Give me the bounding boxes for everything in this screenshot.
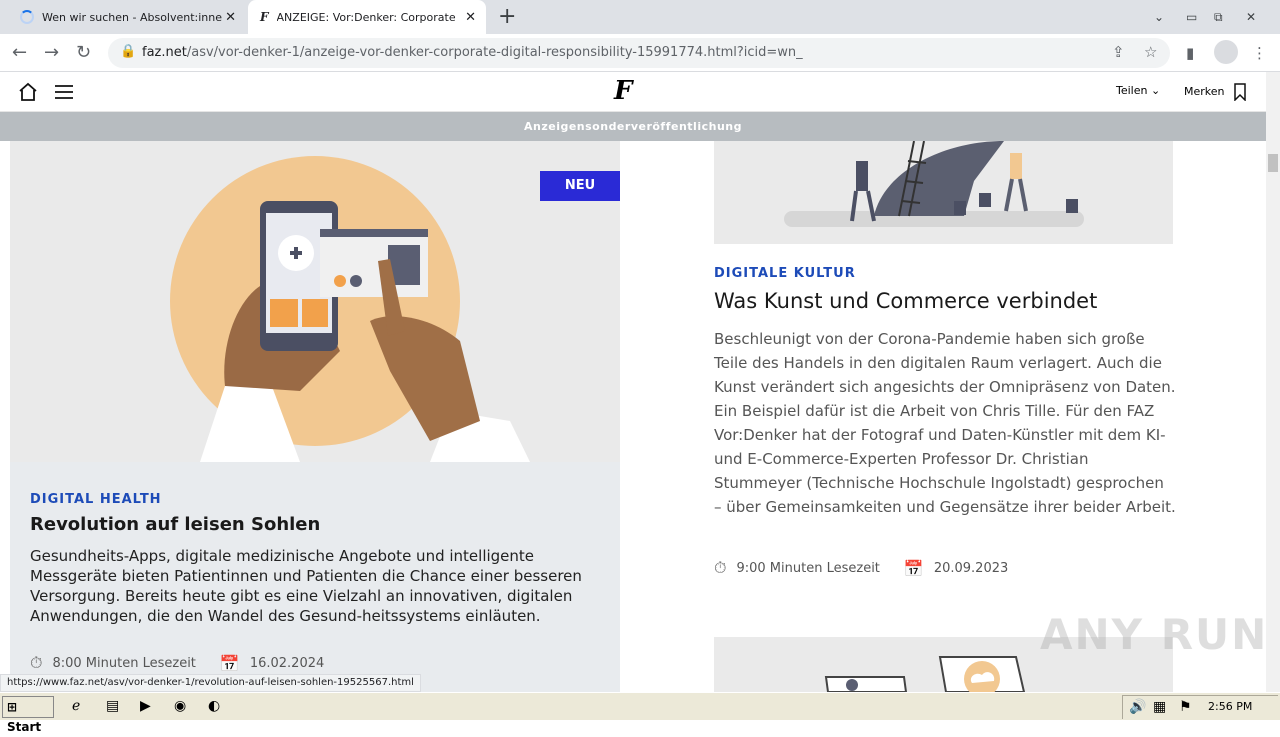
bookmark-icon bbox=[1234, 83, 1246, 102]
lock-icon[interactable]: 🔒 bbox=[120, 44, 136, 59]
side-panel-icon[interactable]: ▮ bbox=[1186, 44, 1194, 62]
publish-date: 20.09.2023 bbox=[933, 560, 1009, 576]
tab-search-icon[interactable]: ⌄ bbox=[1154, 0, 1164, 34]
health-app-illustration bbox=[170, 156, 530, 462]
article-category[interactable]: DIGITALE KULTUR bbox=[714, 266, 856, 281]
loading-spinner-icon bbox=[20, 10, 34, 24]
windows-logo-icon: ⊞ bbox=[7, 700, 18, 714]
chevron-down-icon: ⌄ bbox=[1150, 84, 1161, 97]
chrome-icon[interactable]: ◉ bbox=[174, 698, 186, 714]
home-icon[interactable] bbox=[18, 82, 38, 102]
flag-icon[interactable]: ⚑ bbox=[1179, 699, 1192, 715]
start-button[interactable]: ⊞ Start bbox=[2, 696, 54, 734]
new-tab-button[interactable]: + bbox=[498, 4, 516, 29]
article-illustration: NEU bbox=[10, 141, 620, 462]
read-time: 9:00 Minuten Lesezeit bbox=[736, 560, 880, 576]
clock[interactable]: 2:56 PM bbox=[1208, 700, 1252, 713]
share-label: Teilen bbox=[1116, 84, 1148, 97]
bookmark-star-icon[interactable]: ☆ bbox=[1144, 43, 1157, 61]
windows-taskbar: ⊞ Start ℯ ▤ ▶ ◉ ◐ 🔊 ▦ ⚑ 2:56 PM bbox=[0, 692, 1280, 734]
restore-icon[interactable]: ⧉ bbox=[1214, 0, 1223, 34]
site-header: F Teilen ⌄ Merken bbox=[0, 72, 1266, 112]
calendar-icon: 📅 bbox=[903, 558, 924, 578]
close-tab-icon[interactable]: ✕ bbox=[225, 10, 236, 25]
system-tray: 🔊 ▦ ⚑ bbox=[1122, 695, 1278, 719]
faz-favicon-icon: F bbox=[260, 10, 269, 24]
media-player-icon[interactable]: ▶ bbox=[140, 698, 151, 714]
forward-icon[interactable]: → bbox=[44, 42, 59, 63]
stopwatch-icon: ⏱ bbox=[714, 558, 727, 577]
calendar-icon: 📅 bbox=[219, 653, 240, 673]
publish-date: 16.02.2024 bbox=[249, 655, 325, 671]
read-time: 8:00 Minuten Lesezeit bbox=[52, 655, 196, 671]
share-button[interactable]: Teilen ⌄ bbox=[1116, 84, 1160, 97]
url-text[interactable]: faz.net/asv/vor-denker-1/anzeige-vor-den… bbox=[142, 45, 803, 60]
minimize-icon[interactable]: ▭ bbox=[1186, 0, 1197, 34]
ie-icon[interactable]: ℯ bbox=[72, 698, 80, 714]
share-icon[interactable]: ⇪ bbox=[1112, 43, 1125, 61]
address-bar[interactable]: 🔒 faz.net/asv/vor-denker-1/anzeige-vor-d… bbox=[108, 38, 1170, 68]
start-label: Start bbox=[7, 720, 42, 734]
anyrun-watermark: ANY RUN bbox=[1040, 610, 1269, 659]
reload-icon[interactable]: ↻ bbox=[76, 42, 91, 63]
network-icon[interactable]: ▦ bbox=[1153, 699, 1166, 715]
volume-icon[interactable]: 🔊 bbox=[1129, 699, 1146, 715]
faz-logo[interactable]: F bbox=[614, 76, 632, 106]
article-card-digital-health[interactable]: NEU DIGITAL HEALTH Revolution auf leisen… bbox=[10, 141, 620, 692]
stopwatch-icon: ⏱ bbox=[30, 653, 43, 672]
tab-anzeige[interactable]: F ANZEIGE: Vor:Denker: Corporate Di ✕ bbox=[248, 0, 486, 34]
article-category[interactable]: DIGITAL HEALTH bbox=[30, 492, 162, 507]
scrollbar-thumb[interactable] bbox=[1268, 154, 1278, 172]
new-badge: NEU bbox=[540, 171, 620, 201]
tab-title: ANZEIGE: Vor:Denker: Corporate Di bbox=[276, 10, 457, 24]
browser-toolbar: ← → ↻ 🔒 faz.net/asv/vor-denker-1/anzeige… bbox=[0, 34, 1280, 72]
browser-tab-bar: Wen wir suchen - Absolvent:innen | ✕ F A… bbox=[0, 0, 1280, 34]
edge-icon[interactable]: ◐ bbox=[208, 698, 220, 714]
tab-title: Wen wir suchen - Absolvent:innen | bbox=[42, 10, 222, 24]
article-teaser[interactable]: Beschleunigt von der Corona-Pandemie hab… bbox=[714, 327, 1176, 519]
profile-avatar[interactable] bbox=[1214, 40, 1238, 64]
menu-kebab-icon[interactable]: ⋮ bbox=[1252, 44, 1267, 62]
hamburger-menu-icon[interactable] bbox=[54, 84, 74, 100]
close-tab-icon[interactable]: ✕ bbox=[465, 10, 476, 25]
window-close-icon[interactable]: ✕ bbox=[1246, 0, 1256, 34]
tab-absolventen[interactable]: Wen wir suchen - Absolvent:innen | ✕ bbox=[8, 0, 246, 34]
article-teaser[interactable]: Gesundheits-Apps, digitale medizinische … bbox=[30, 546, 610, 626]
folder-icon[interactable]: ▤ bbox=[106, 698, 119, 714]
article-headline[interactable]: Revolution auf leisen Sohlen bbox=[30, 514, 320, 535]
article-meta: ⏱ 9:00 Minuten Lesezeit 📅 20.09.2023 bbox=[714, 558, 1008, 578]
article-meta: ⏱ 8:00 Minuten Lesezeit 📅 16.02.2024 bbox=[30, 653, 324, 673]
save-label: Merken bbox=[1184, 85, 1225, 98]
save-button[interactable]: Merken bbox=[1184, 83, 1246, 102]
link-status-bubble: https://www.faz.net/asv/vor-denker-1/rev… bbox=[0, 674, 421, 692]
art-commerce-illustration bbox=[784, 141, 1084, 227]
advertorial-banner: Anzeigensonderveröffentlichung bbox=[0, 112, 1266, 141]
back-icon[interactable]: ← bbox=[12, 42, 27, 63]
article-headline[interactable]: Was Kunst und Commerce verbindet bbox=[714, 289, 1097, 313]
article-illustration[interactable] bbox=[714, 141, 1173, 244]
